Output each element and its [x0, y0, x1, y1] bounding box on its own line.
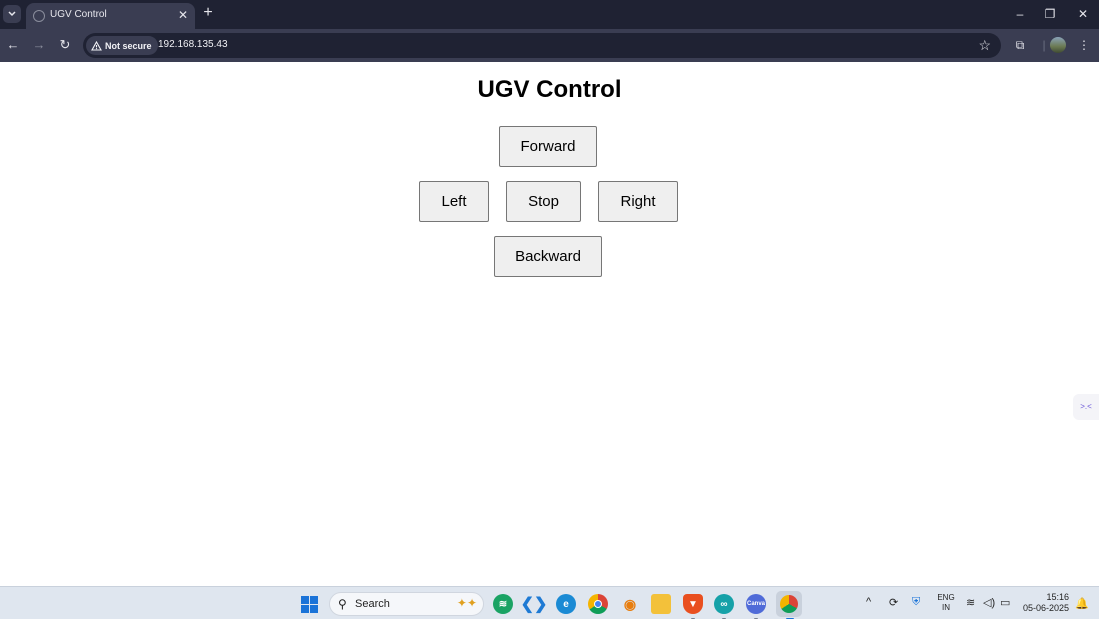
chevron-down-icon [8, 11, 16, 17]
minimize-icon[interactable]: – [1010, 5, 1030, 23]
globe-icon [33, 10, 45, 22]
volume-icon[interactable]: ◁) [983, 596, 995, 609]
sparkle-icon: ✦✦ [456, 596, 477, 610]
canva-icon[interactable]: Canva [746, 594, 766, 619]
chrome-active-icon[interactable] [776, 591, 802, 619]
reload-icon[interactable]: ↻ [57, 37, 73, 53]
screen: UGV Control ✕ + – ❐ ✕ ← → ↻ Not secure 1… [0, 0, 1099, 619]
arrow-right-icon[interactable]: → [31, 37, 47, 53]
star-icon[interactable]: ☆ [978, 37, 991, 53]
vscode-icon[interactable]: ❮❯ [521, 594, 548, 614]
avatar[interactable] [1050, 37, 1066, 53]
windows-start-icon[interactable] [301, 596, 318, 613]
backward-button[interactable]: Backward [494, 236, 602, 277]
close-icon[interactable]: ✕ [178, 8, 188, 22]
tab-search-menu-button[interactable] [3, 5, 21, 23]
clock-date: 05-06-2025 [1022, 603, 1069, 613]
tab-title: UGV Control [50, 9, 107, 20]
new-tab-button[interactable]: + [200, 5, 216, 21]
sidebar-extension-icon[interactable]: >.< [1073, 394, 1099, 420]
spotify-icon[interactable]: ≋ [493, 594, 513, 614]
shield-icon[interactable]: ⛨ [912, 596, 920, 609]
security-label: Not secure [105, 40, 152, 51]
forward-button[interactable]: Forward [499, 126, 597, 167]
clock[interactable]: 15:16 05-06-2025 [1022, 592, 1069, 614]
restore-icon[interactable]: ❐ [1040, 5, 1060, 23]
tab-ugv-control[interactable]: UGV Control ✕ [26, 3, 195, 29]
stop-button[interactable]: Stop [506, 181, 581, 222]
taskbar-search-input[interactable]: ⚲ Search ✦✦ [329, 592, 484, 616]
warning-triangle-icon [91, 40, 102, 51]
chevron-up-icon[interactable]: ^ [866, 596, 871, 608]
right-button[interactable]: Right [598, 181, 678, 222]
sync-icon[interactable]: ⟳ [889, 596, 898, 609]
site-info-chip[interactable]: Not secure [86, 36, 158, 55]
battery-icon[interactable]: ▭ [1000, 596, 1010, 609]
browser-tabstrip: UGV Control ✕ + – ❐ ✕ [0, 0, 1099, 29]
language-indicator[interactable]: ENG IN [936, 593, 956, 613]
language-line1: ENG [937, 593, 955, 602]
windows-taskbar: ⚲ Search ✦✦ ≋ ❮❯ e ◉ ▼ ∞ Canva ^ ⟳ ⛨ ENG… [0, 586, 1099, 619]
chrome-icon[interactable] [588, 594, 608, 614]
arduino-icon[interactable]: ∞ [714, 594, 734, 619]
address-bar[interactable]: Not secure 192.168.135.43 ☆ [83, 33, 1001, 58]
arrow-left-icon[interactable]: ← [5, 37, 21, 53]
page-content: UGV Control Forward Left Stop Right Back… [0, 62, 1099, 586]
left-button[interactable]: Left [419, 181, 489, 222]
file-explorer-icon[interactable] [651, 594, 671, 614]
clock-time: 15:16 [1046, 592, 1069, 602]
search-label: Search [355, 598, 390, 610]
edge-icon[interactable]: e [556, 594, 576, 614]
window-close-icon[interactable]: ✕ [1073, 5, 1093, 23]
kebab-menu-icon[interactable]: ⋮ [1076, 37, 1092, 53]
search-icon: ⚲ [338, 597, 347, 611]
blender-icon[interactable]: ◉ [620, 594, 640, 614]
page-title: UGV Control [477, 76, 622, 103]
wifi-icon[interactable]: ≋ [966, 596, 975, 609]
puzzle-icon[interactable]: ⧉ [1012, 37, 1028, 53]
browser-toolbar: ← → ↻ Not secure 192.168.135.43 ☆ ⧉ | ⋮ [0, 29, 1099, 62]
language-line2: IN [942, 603, 950, 612]
url-text[interactable]: 192.168.135.43 [158, 39, 228, 50]
brave-icon[interactable]: ▼ [683, 594, 703, 619]
notification-bell-icon[interactable]: 🔔 [1075, 597, 1089, 610]
